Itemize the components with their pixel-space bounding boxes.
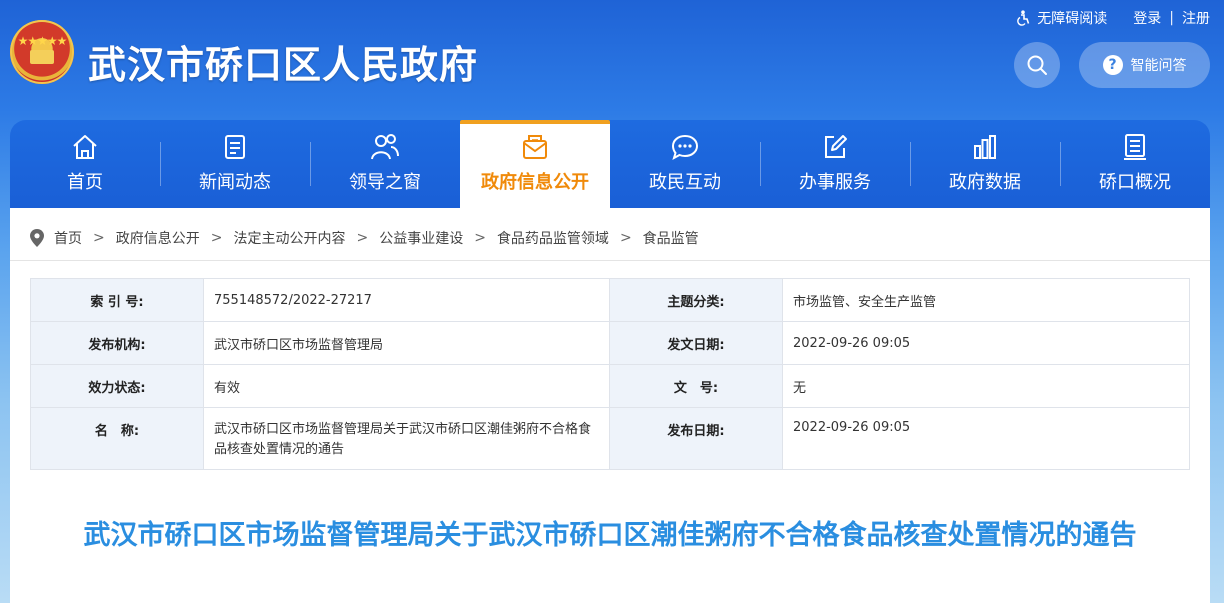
publisher-value: 武汉市硚口区市场监督管理局 (203, 321, 610, 365)
nav-item-interaction[interactable]: 政民互动 (610, 120, 760, 208)
nav-label: 办事服务 (799, 172, 871, 193)
breadcrumb-item-food-drug[interactable]: 食品药品监管领域 (497, 228, 609, 248)
content-panel: 首页 > 政府信息公开 > 法定主动公开内容 > 公益事业建设 > 食品药品监管… (10, 208, 1210, 603)
issue-date-label: 发文日期: (609, 321, 783, 365)
nav-label: 新闻动态 (199, 172, 271, 193)
edit-icon (825, 135, 847, 158)
accessibility-icon (1017, 10, 1030, 26)
top-links: 无障碍阅读 登录 | 注册 (1015, 8, 1210, 28)
table-row: 效力状态: 有效 文 号: 无 (30, 364, 1190, 408)
article-title: 武汉市硚口区市场监督管理局关于武汉市硚口区潮佳粥府不合格食品核查处置情况的通告 (83, 520, 1137, 551)
register-link[interactable]: 注册 (1182, 8, 1210, 28)
breadcrumb-item-home[interactable]: 首页 (54, 228, 82, 248)
breadcrumb-item-statutory[interactable]: 法定主动公开内容 (233, 228, 345, 248)
nav-label: 硚口概况 (1099, 172, 1171, 193)
site-title[interactable]: 武汉市硚口区人民政府 (88, 34, 478, 89)
document-number-value: 无 (782, 364, 1190, 408)
chat-icon (671, 134, 699, 161)
main-nav: 首页 新闻动态 领导之窗 政府信息公开 政民互动 办事服务 政府数据 硚口概况 (10, 120, 1210, 208)
nav-label: 政府信息公开 (481, 172, 589, 193)
name-label: 名 称: (30, 407, 204, 470)
nav-item-data[interactable]: 政府数据 (910, 120, 1060, 208)
publish-date-value: 2022-09-26 09:05 (782, 407, 1190, 470)
index-number-value: 755148572/2022-27217 (203, 278, 610, 322)
search-icon (1027, 55, 1047, 75)
table-row: 发布机构: 武汉市硚口区市场监督管理局 发文日期: 2022-09-26 09:… (30, 321, 1190, 365)
breadcrumb-divider (10, 260, 1210, 261)
nav-label: 首页 (67, 172, 103, 193)
validity-value: 有效 (203, 364, 610, 408)
accessibility-label: 无障碍阅读 (1037, 11, 1108, 27)
breadcrumb-item-food-supervision[interactable]: 食品监管 (643, 228, 699, 248)
document-icon (1124, 134, 1146, 160)
name-value: 武汉市硚口区市场监督管理局关于武汉市硚口区潮佳粥府不合格食品核查处置情况的通告 (203, 407, 610, 470)
breadcrumb-separator: > (356, 230, 369, 246)
breadcrumb-separator: > (93, 230, 105, 246)
news-icon (225, 135, 245, 159)
nav-item-news[interactable]: 新闻动态 (160, 120, 310, 208)
breadcrumb: 首页 > 政府信息公开 > 法定主动公开内容 > 公益事业建设 > 食品药品监管… (30, 228, 699, 248)
breadcrumb-item-public-welfare[interactable]: 公益事业建设 (379, 228, 463, 248)
nav-item-gov-info[interactable]: 政府信息公开 (460, 120, 610, 208)
nav-item-leaders[interactable]: 领导之窗 (310, 120, 460, 208)
index-number-label: 索 引 号: (30, 278, 204, 322)
home-icon (73, 135, 97, 159)
breadcrumb-separator: > (474, 230, 486, 246)
document-number-label: 文 号: (609, 364, 783, 408)
nav-label: 政民互动 (649, 172, 721, 193)
leaders-icon (371, 134, 399, 160)
topic-category-label: 主题分类: (609, 278, 783, 322)
publisher-label: 发布机构: (30, 321, 204, 365)
smart-qa-button[interactable]: ? 智能问答 (1079, 42, 1210, 88)
smart-qa-label: 智能问答 (1130, 58, 1187, 74)
issue-date-value: 2022-09-26 09:05 (782, 321, 1190, 365)
publish-date-label: 发布日期: (609, 407, 783, 470)
breadcrumb-separator: > (210, 230, 223, 246)
search-button[interactable] (1014, 42, 1060, 88)
table-row: 索 引 号: 755148572/2022-27217 主题分类: 市场监管、安… (30, 278, 1190, 322)
national-emblem-logo: ★★★★★ (10, 20, 74, 84)
location-pin-icon (30, 229, 44, 247)
table-row: 名 称: 武汉市硚口区市场监督管理局关于武汉市硚口区潮佳粥府不合格食品核查处置情… (30, 407, 1190, 470)
nav-item-overview[interactable]: 硚口概况 (1060, 120, 1210, 208)
nav-label: 政府数据 (949, 172, 1021, 193)
nav-item-services[interactable]: 办事服务 (760, 120, 910, 208)
top-links-separator: | (1169, 10, 1174, 26)
bar-chart-icon (974, 135, 996, 159)
login-link[interactable]: 登录 (1133, 8, 1161, 28)
document-metadata-table: 索 引 号: 755148572/2022-27217 主题分类: 市场监管、安… (30, 278, 1190, 470)
nav-label: 领导之窗 (349, 172, 421, 193)
nav-item-home[interactable]: 首页 (10, 120, 160, 208)
accessibility-link[interactable]: 无障碍阅读 (1015, 8, 1107, 28)
breadcrumb-separator: > (619, 230, 632, 246)
mail-icon (523, 135, 547, 159)
breadcrumb-item-gov-info[interactable]: 政府信息公开 (116, 228, 200, 248)
topic-category-value: 市场监管、安全生产监管 (782, 278, 1190, 322)
validity-label: 效力状态: (30, 364, 204, 408)
question-icon: ? (1102, 55, 1123, 75)
